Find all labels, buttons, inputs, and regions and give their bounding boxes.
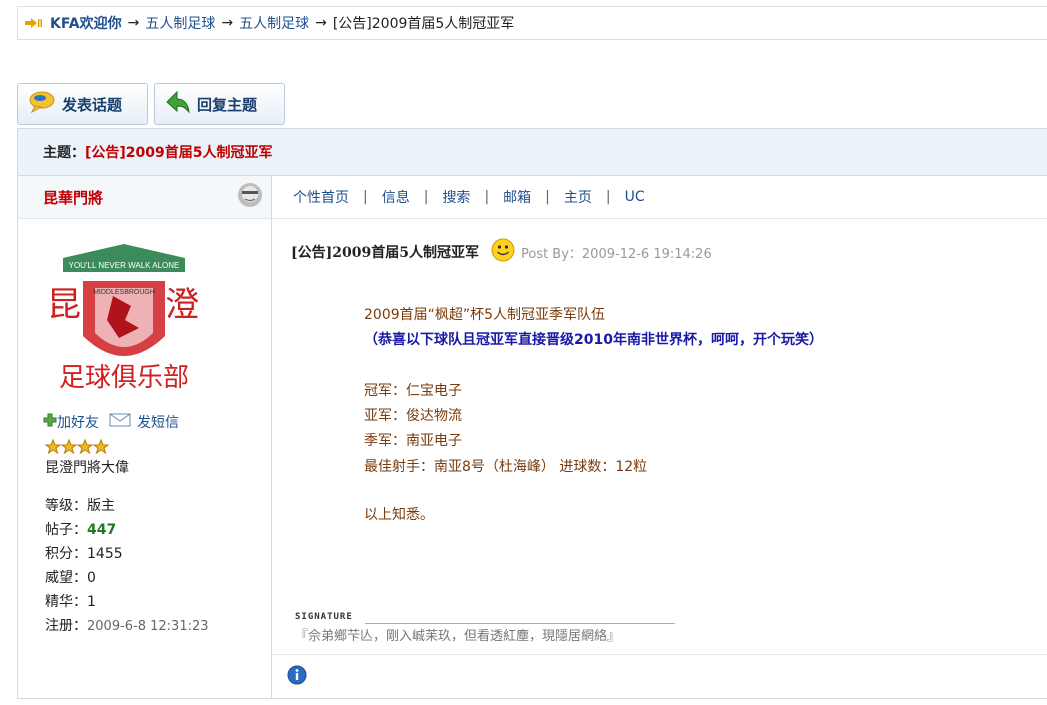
stat-points-value: 1455: [87, 546, 123, 562]
post-line-champion: 冠军：仁宝电子: [364, 383, 462, 399]
signature-divider: ________________________________________…: [365, 610, 675, 624]
post-footer: [272, 654, 1047, 697]
stat-level-value: 版主: [87, 498, 115, 514]
menu-separator: |: [605, 189, 611, 205]
add-friend-label: 加好友: [57, 415, 99, 431]
menu-item-profile[interactable]: 个性首页: [293, 187, 349, 207]
send-message-link[interactable]: 发短信: [109, 412, 179, 432]
menu-item-homepage[interactable]: 主页: [564, 187, 592, 207]
menu-separator: |: [423, 189, 429, 205]
reply-label: 回复主题: [197, 95, 258, 114]
stat-essence: 精华：1: [45, 590, 209, 614]
stat-essence-label: 精华：: [45, 594, 87, 610]
breadcrumb-arrow: →: [221, 15, 234, 31]
menu-item-uc[interactable]: UC: [625, 189, 645, 205]
rank-stars: [44, 438, 110, 458]
reply-arrow-icon: [165, 90, 197, 118]
smiley-icon: [491, 238, 515, 266]
breadcrumb-subforum-link[interactable]: 五人制足球: [239, 13, 309, 33]
stat-level: 等级：版主: [45, 494, 209, 518]
avatar-bottom-text: 足球俱乐部: [59, 363, 189, 393]
post-column: 个性首页 | 信息 | 搜索 | 邮箱 | 主页 | UC [公告]2009首届…: [272, 176, 1047, 698]
reply-button[interactable]: 回复主题: [154, 83, 285, 125]
menu-separator: |: [484, 189, 490, 205]
plus-icon: [43, 413, 57, 431]
star-icon: [44, 438, 62, 458]
rank-title: 昆澄門將大偉: [45, 460, 129, 476]
author-header: 昆華門將: [18, 176, 271, 219]
new-topic-label: 发表话题: [62, 95, 123, 114]
subject-title: [公告]2009首届5人制冠亚军: [85, 145, 273, 161]
stat-registered-label: 注册：: [45, 618, 87, 634]
avatar-char-right: 澄: [165, 285, 199, 325]
stat-prestige: 威望：0: [45, 566, 209, 590]
speech-bubble-icon: [28, 91, 62, 117]
info-icon[interactable]: [287, 665, 307, 689]
avatar-motto: YOU'LL NEVER WALK ALONE: [69, 261, 180, 270]
stat-essence-value: 1: [87, 594, 96, 610]
menu-item-mail[interactable]: 邮箱: [503, 187, 531, 207]
menu-separator: |: [545, 189, 550, 205]
user-face-icon: [237, 182, 263, 212]
author-actions: 加好友 发短信: [43, 412, 189, 432]
stat-prestige-label: 威望：: [45, 570, 87, 586]
author-stats: 等级：版主 帖子：447 积分：1455 威望：0 精华：1 注册：2009-6…: [45, 494, 209, 639]
send-message-label: 发短信: [137, 415, 179, 431]
menu-item-search[interactable]: 搜索: [442, 187, 470, 207]
post-line-third: 季军：南亚电子: [364, 433, 462, 449]
star-icon: [60, 438, 78, 458]
stat-level-label: 等级：: [45, 498, 87, 514]
add-friend-link[interactable]: 加好友: [43, 412, 99, 432]
star-icon: [76, 438, 94, 458]
breadcrumb-forum-link[interactable]: 五人制足球: [145, 13, 215, 33]
arrow-right-icon: [24, 17, 42, 29]
avatar-char-left: 昆: [47, 285, 81, 325]
stat-posts: 帖子：447: [45, 518, 209, 542]
star-icon: [92, 438, 110, 458]
signature-label: SIGNATURE: [295, 612, 353, 622]
post-table: 主题： [公告]2009首届5人制冠亚军 昆華門將 YOU'LL NEVER W…: [17, 128, 1047, 699]
stat-points: 积分：1455: [45, 542, 209, 566]
signature-text: 『佘弟鄉芐亾，剛入峸苿玖，但看透紅塵，現隱居網絡』: [295, 629, 621, 644]
stat-posts-value: 447: [87, 522, 117, 538]
post-line-closing: 以上知悉。: [364, 507, 434, 523]
menu-item-info[interactable]: 信息: [382, 187, 410, 207]
user-menu: 个性首页 | 信息 | 搜索 | 邮箱 | 主页 | UC: [272, 176, 1047, 219]
stat-posts-label: 帖子：: [45, 522, 87, 538]
breadcrumb-arrow: →: [315, 15, 327, 31]
post-line-note: （恭喜以下球队且冠亚军直接晋级2010年南非世界杯，呵呵，开个玩笑）: [364, 332, 823, 348]
breadcrumb-home-link[interactable]: KFA欢迎你: [50, 13, 122, 33]
breadcrumb: KFA欢迎你 → 五人制足球 → 五人制足球 → [公告]2009首届5人制冠亚…: [17, 6, 1047, 40]
envelope-icon: [109, 413, 131, 431]
subject-label: 主题：: [43, 145, 85, 161]
author-name[interactable]: 昆華門將: [43, 187, 103, 208]
stat-registered: 注册：2009-6-8 12:31:23: [45, 614, 209, 639]
breadcrumb-current: [公告]2009首届5人制冠亚军: [332, 16, 515, 32]
avatar: YOU'LL NEVER WALK ALONE MIDDLESBROUGH 昆 …: [43, 236, 205, 396]
post-line-runner-up: 亚军：俊达物流: [364, 408, 462, 424]
post-header: [公告]2009首届5人制冠亚军 Post By：2009-12-6 19:14…: [291, 238, 712, 266]
new-topic-button[interactable]: 发表话题: [17, 83, 148, 125]
author-column: 昆華門將 YOU'LL NEVER WALK ALONE MIDDLESBROU…: [18, 176, 272, 698]
stat-points-label: 积分：: [45, 546, 87, 562]
breadcrumb-arrow: →: [127, 15, 140, 31]
menu-separator: |: [363, 189, 368, 205]
post-title: [公告]2009首届5人制冠亚军: [291, 245, 479, 261]
subject-bar: 主题： [公告]2009首届5人制冠亚军: [18, 129, 1047, 176]
post-line-top-scorer: 最佳射手：南亚8号（杜海峰） 进球数：12粒: [364, 459, 648, 475]
stat-prestige-value: 0: [87, 570, 96, 586]
post-timestamp: Post By：2009-12-6 19:14:26: [520, 246, 712, 262]
post-line-heading: 2009首届“枫超”杯5人制冠亚季军队伍: [364, 307, 606, 323]
avatar-club: MIDDLESBROUGH: [93, 289, 155, 296]
stat-registered-value: 2009-6-8 12:31:23: [87, 619, 209, 634]
